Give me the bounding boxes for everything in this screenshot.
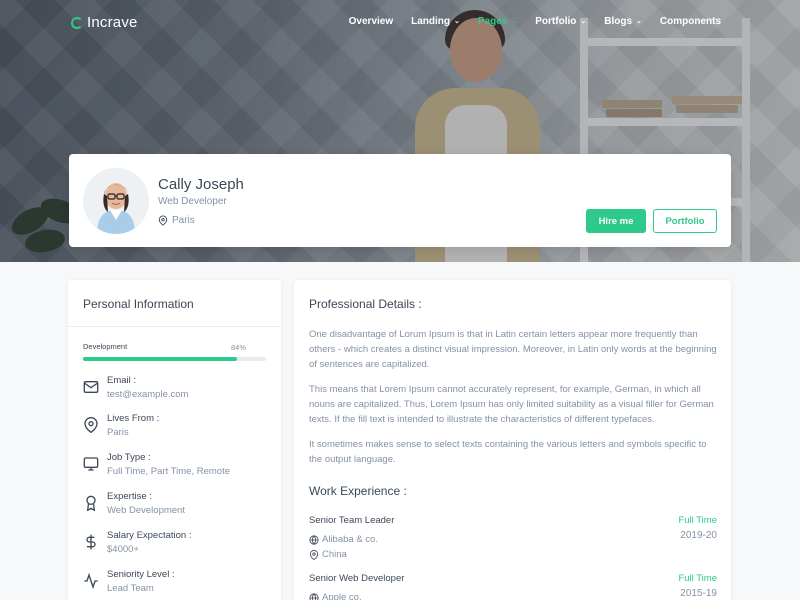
job-years: 2015-19: [680, 588, 717, 599]
nav-item-overview[interactable]: Overview: [340, 16, 402, 27]
profile-location: Paris: [158, 215, 195, 226]
salary-label: Salary Expectation :: [107, 530, 192, 541]
nav-item-blogs[interactable]: Blogs ⌄: [595, 16, 651, 27]
dollar-icon: [86, 534, 96, 550]
info-seniority: Seniority Level : Lead Team: [83, 569, 273, 600]
map-pin-icon: [309, 549, 319, 560]
chevron-down-icon: ⌄: [636, 18, 642, 25]
activity-icon: [84, 573, 98, 589]
chevron-down-icon: ⌄: [511, 18, 518, 25]
award-icon: [86, 495, 96, 511]
lives-from-value: Paris: [107, 427, 129, 438]
nav-item-components[interactable]: Components: [651, 16, 730, 27]
profile-role: Web Developer: [158, 196, 227, 207]
company-name: Apple co.: [322, 592, 362, 600]
job-item: Senior Team Leader Full Time 2019-20 Ali…: [309, 515, 717, 571]
mail-icon: [83, 381, 99, 393]
skill-progress-fill: [83, 357, 237, 361]
job-company: Alibaba & co.: [309, 534, 378, 545]
skill-progress-bar: [83, 357, 266, 361]
profile-name: Cally Joseph: [158, 176, 244, 193]
expertise-value: Web Development: [107, 505, 185, 516]
top-navbar: Incrave Overview Landing ⌄ Pages ⌄ Portfol…: [0, 0, 800, 46]
job-company: Apple co.: [309, 592, 362, 600]
personal-information-title: Personal Information: [83, 297, 194, 311]
map-pin-icon: [158, 215, 168, 226]
info-lives-from: Lives From : Paris: [83, 413, 273, 447]
nav-item-portfolio[interactable]: Portfolio ⌄: [526, 16, 595, 27]
professional-details-card: Professional Details : One disadvantage …: [294, 280, 731, 600]
job-years: 2019-20: [680, 530, 717, 541]
globe-icon: [309, 534, 319, 545]
portfolio-button[interactable]: Portfolio: [653, 209, 717, 233]
seniority-label: Seniority Level :: [107, 569, 175, 580]
info-job-type: Job Type : Full Time, Part Time, Remote: [83, 452, 273, 486]
country-name: China: [322, 549, 347, 560]
hire-me-button[interactable]: Hire me: [586, 209, 646, 233]
salary-value: $4000+: [107, 544, 139, 555]
email-value[interactable]: test@example.com: [107, 389, 188, 400]
chevron-down-icon: ⌄: [454, 18, 460, 25]
skill-value: 84%: [230, 343, 246, 352]
expertise-label: Expertise :: [107, 491, 152, 502]
nav-menu: Overview Landing ⌄ Pages ⌄ Portfolio ⌄ Blog…: [340, 16, 730, 27]
nav-item-landing[interactable]: Landing ⌄: [402, 16, 469, 27]
nav-item-pages[interactable]: Pages ⌄: [469, 16, 526, 27]
chevron-down-icon: ⌄: [580, 18, 587, 25]
job-country: China: [309, 549, 347, 560]
profile-card: Cally Joseph Web Developer Paris Hire me…: [69, 154, 731, 247]
map-pin-icon: [84, 417, 98, 433]
avatar: [83, 168, 149, 234]
info-expertise: Expertise : Web Development: [83, 491, 273, 525]
job-type-badge: Full Time: [678, 573, 717, 584]
info-email: Email : test@example.com: [83, 375, 273, 409]
professional-paragraph: One disadvantage of Lorum Ipsum is that …: [309, 329, 717, 370]
professional-paragraph: It sometimes makes sense to select texts…: [309, 439, 707, 465]
job-item: Senior Web Developer Full Time 2015-19 A…: [309, 573, 717, 600]
seniority-value: Lead Team: [107, 583, 154, 594]
professional-details-title: Professional Details :: [309, 297, 422, 311]
professional-paragraph: This means that Lorem Ipsum cannot accur…: [309, 384, 714, 425]
brand-logo[interactable]: Incrave: [71, 14, 138, 31]
company-name: Alibaba & co.: [322, 534, 378, 545]
personal-information-card: Personal Information Development 84% Ema…: [68, 280, 281, 600]
skill-label: Development: [83, 342, 128, 351]
job-title[interactable]: Senior Team Leader: [309, 515, 394, 526]
divider: [68, 326, 281, 327]
job-title[interactable]: Senior Web Developer: [309, 573, 404, 584]
monitor-icon: [83, 457, 99, 471]
job-type-badge: Full Time: [678, 515, 717, 526]
globe-icon: [309, 592, 319, 600]
email-label: Email :: [107, 375, 137, 386]
work-experience-title: Work Experience :: [309, 484, 407, 498]
lives-from-label: Lives From :: [107, 413, 160, 424]
brand-name: Incrave: [87, 14, 138, 31]
job-type-label: Job Type :: [107, 452, 151, 463]
logo-mark-icon: [71, 16, 83, 29]
job-type-value: Full Time, Part Time, Remote: [107, 466, 231, 477]
location-text: Paris: [172, 215, 195, 226]
info-salary: Salary Expectation : $4000+: [83, 530, 273, 564]
